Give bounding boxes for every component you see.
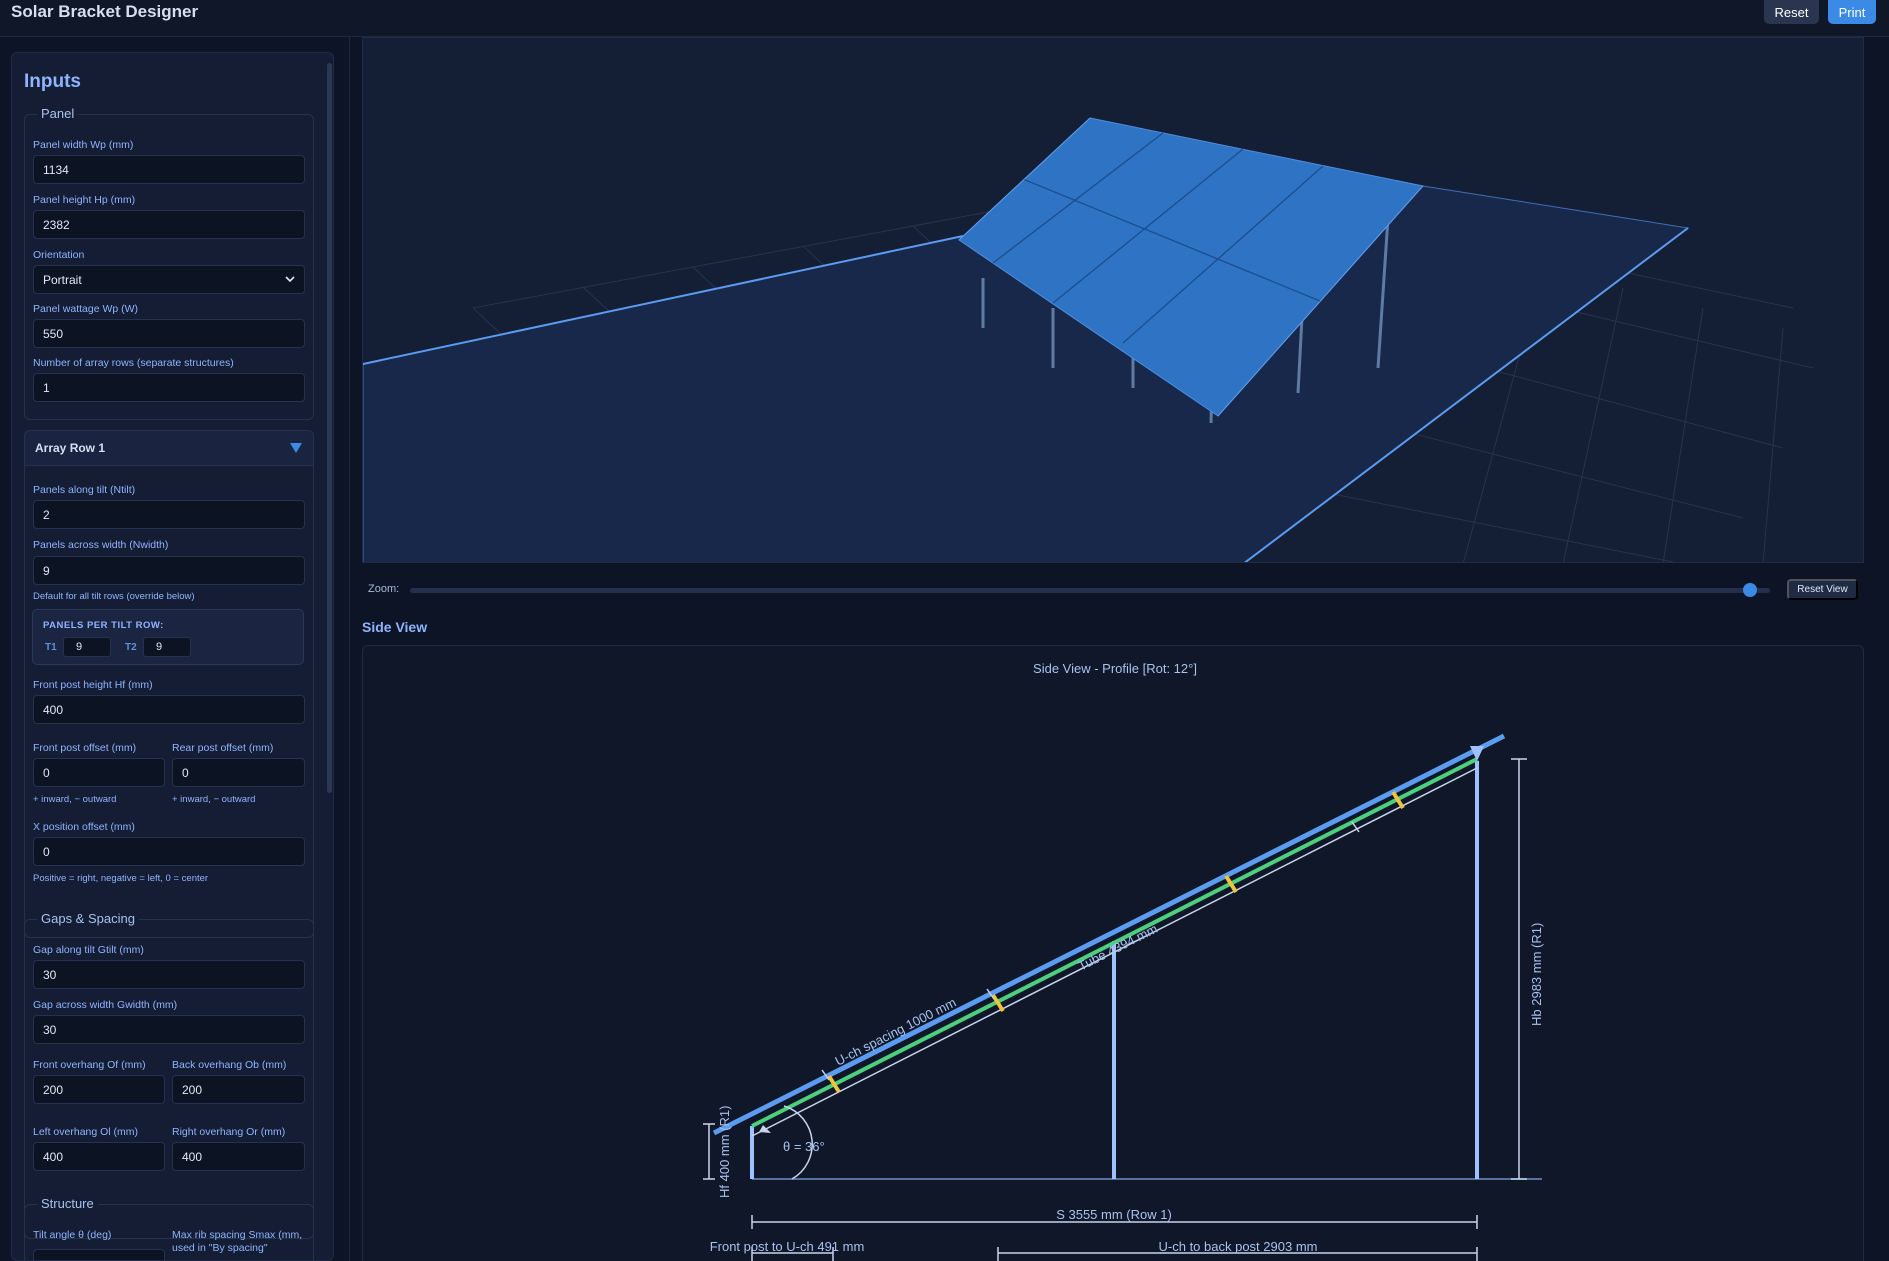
front-overhang-input[interactable]: 200 xyxy=(33,1075,165,1104)
inputs-heading: Inputs xyxy=(24,71,81,92)
hf-label: Hf 400 mm (R1) xyxy=(717,1106,732,1198)
orientation-select[interactable]: Portrait xyxy=(33,265,305,294)
uch-to-back-label: U-ch to back post 2903 mm xyxy=(1159,1239,1318,1254)
zoom-controls: Zoom: Reset View xyxy=(362,578,1864,602)
structure-legend: Structure xyxy=(37,1196,98,1211)
array-row-1-title: Array Row 1 xyxy=(35,441,106,455)
3d-viewport[interactable] xyxy=(362,37,1864,563)
front-post-offset-hint: + inward, − outward xyxy=(33,794,117,805)
rear-post-offset-input[interactable]: 0 xyxy=(172,758,305,787)
left-overhang-input[interactable]: 400 xyxy=(33,1142,165,1171)
panel-height-label: Panel height Hp (mm) xyxy=(33,194,136,206)
tilt-row-t1-input[interactable]: 9 xyxy=(63,637,111,657)
tilt-row-t2-input[interactable]: 9 xyxy=(143,637,191,657)
gap-width-input[interactable]: 30 xyxy=(33,1015,305,1044)
front-post-offset-input[interactable]: 0 xyxy=(33,758,165,787)
front-post-offset-label: Front post offset (mm) xyxy=(33,742,137,754)
panels-per-tilt-row-box: PANELS PER TILT ROW: T1 9 T2 9 xyxy=(32,609,304,665)
right-overhang-label: Right overhang Or (mm) xyxy=(172,1126,286,1138)
panel-legend: Panel xyxy=(37,106,79,121)
array-rows-label: Number of array rows (separate structure… xyxy=(33,357,234,369)
array-row-1-header[interactable]: Array Row 1 xyxy=(24,430,314,466)
right-overhang-input[interactable]: 400 xyxy=(172,1142,305,1171)
x-position-offset-input[interactable]: 0 xyxy=(33,837,305,866)
panels-across-width-hint: Default for all tilt rows (override belo… xyxy=(33,591,195,602)
side-view-title: Side View - Profile [Rot: 12°] xyxy=(1033,661,1197,676)
panel-width-input[interactable]: 1134 xyxy=(33,155,305,184)
orientation-label: Orientation xyxy=(33,249,85,261)
theta-label: θ = 36° xyxy=(783,1139,825,1154)
side-view-panel: Side View - Profile [Rot: 12°] θ = 36° U… xyxy=(362,645,1864,1261)
inputs-sidebar: Inputs Panel Panel width Wp (mm) 1134 Pa… xyxy=(11,52,334,1261)
gap-tilt-input[interactable]: 30 xyxy=(33,960,305,989)
zoom-slider-thumb[interactable] xyxy=(1742,583,1757,597)
front-overhang-label: Front overhang Of (mm) xyxy=(33,1059,146,1071)
panels-along-tilt-input[interactable]: 2 xyxy=(33,500,305,529)
main-divider xyxy=(349,37,350,1261)
reset-button[interactable]: Reset xyxy=(1764,0,1819,24)
hb-dimension xyxy=(1511,758,1527,1180)
side-view-drawing: Side View - Profile [Rot: 12°] θ = 36° U… xyxy=(703,661,1544,1261)
tilt-row-t2-label: T2 xyxy=(125,642,137,653)
panel-beam xyxy=(712,733,1506,1136)
hb-label: Hb 2983 mm (R1) xyxy=(1529,923,1544,1026)
panels-across-width-label: Panels across width (Nwidth) xyxy=(33,539,169,551)
collapse-triangle-icon[interactable] xyxy=(290,443,302,453)
max-rib-spacing-label-line2: used in "By spacing" xyxy=(172,1242,268,1254)
orientation-value: Portrait xyxy=(43,272,82,287)
panel-wattage-input[interactable]: 550 xyxy=(33,319,305,348)
max-rib-spacing-label: Max rib spacing Smax (mm, xyxy=(172,1229,303,1241)
tilt-row-t1-label: T1 xyxy=(45,642,57,653)
panel-wattage-label: Panel wattage Wp (W) xyxy=(33,303,139,315)
side-view-heading: Side View xyxy=(362,619,428,635)
print-button[interactable]: Print xyxy=(1828,0,1876,24)
span-label: S 3555 mm (Row 1) xyxy=(1056,1207,1172,1222)
rear-post-offset-hint: + inward, − outward xyxy=(172,794,256,805)
gap-width-label: Gap across width Gwidth (mm) xyxy=(33,999,178,1011)
panels-along-tilt-label: Panels along tilt (Ntilt) xyxy=(33,484,136,496)
panels-per-tilt-row-title: PANELS PER TILT ROW: xyxy=(43,620,164,631)
angle-arrow-icon xyxy=(759,1125,771,1133)
panel-width-label: Panel width Wp (mm) xyxy=(33,139,134,151)
app-title: Solar Bracket Designer xyxy=(11,2,199,21)
x-position-offset-label: X position offset (mm) xyxy=(33,821,135,833)
panels-across-width-input[interactable]: 9 xyxy=(33,556,305,585)
rear-post-offset-label: Rear post offset (mm) xyxy=(172,742,274,754)
front-to-uch-label: Front post to U-ch 491 mm xyxy=(710,1239,865,1254)
gaps-legend: Gaps & Spacing xyxy=(37,911,139,926)
gap-tilt-label: Gap along tilt Gtilt (mm) xyxy=(33,944,144,956)
front-post-height-input[interactable]: 400 xyxy=(33,695,305,724)
tilt-angle-label: Tilt angle θ (deg) xyxy=(33,1229,112,1241)
panel-height-input[interactable]: 2382 xyxy=(33,210,305,239)
sidebar-scrollbar[interactable] xyxy=(327,63,332,793)
3d-scene xyxy=(363,117,1814,562)
back-overhang-input[interactable]: 200 xyxy=(172,1075,305,1104)
chevron-down-icon xyxy=(285,276,295,283)
reset-view-button[interactable]: Reset View xyxy=(1787,579,1858,600)
front-post-height-label: Front post height Hf (mm) xyxy=(33,679,153,691)
zoom-label: Zoom: xyxy=(368,583,400,595)
array-rows-input[interactable]: 1 xyxy=(33,373,305,402)
left-overhang-label: Left overhang Ol (mm) xyxy=(33,1126,139,1138)
zoom-slider-track[interactable] xyxy=(410,588,1770,593)
top-bar: Solar Bracket Designer Reset Print xyxy=(0,0,1889,37)
hf-dimension xyxy=(703,1123,715,1180)
tilt-angle-input[interactable] xyxy=(33,1249,165,1260)
x-position-offset-hint: Positive = right, negative = left, 0 = c… xyxy=(33,873,209,884)
back-overhang-label: Back overhang Ob (mm) xyxy=(172,1059,287,1071)
